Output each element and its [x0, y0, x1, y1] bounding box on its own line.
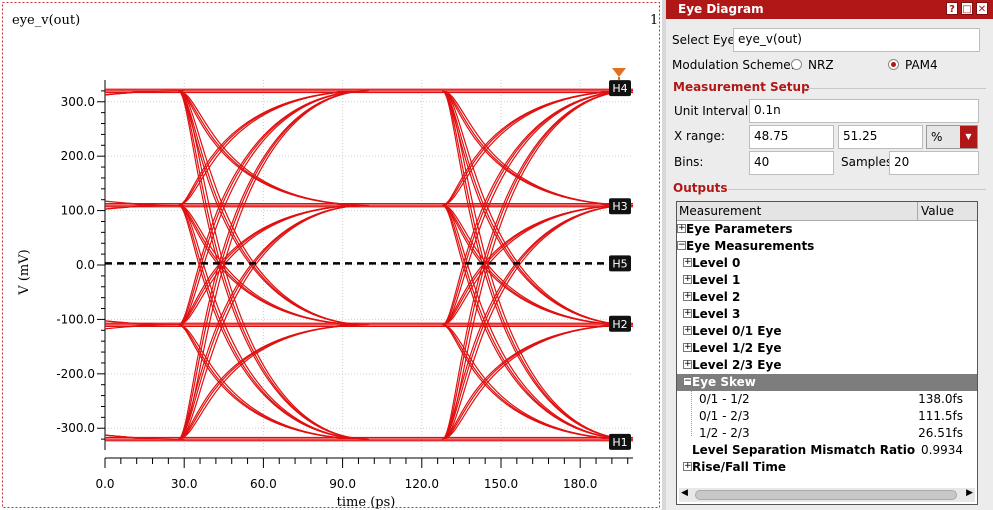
section-divider — [728, 189, 986, 190]
eye-diagram-chart: eye_v(out) 1 300.0 200.0 100.0 0.0 -100.0 -200.… — [2, 2, 660, 510]
vertical-marker-icon — [612, 68, 626, 77]
outputs-tree[interactable]: Measurement Value + Eye Parameters − Eye… — [676, 201, 978, 505]
help-button[interactable]: ? — [946, 2, 958, 15]
close-button[interactable]: ✕ — [976, 2, 988, 15]
tree-row-skew-12-23[interactable]: 1/2 - 2/3 26.51fs — [677, 425, 977, 442]
x-tick-label: 180.0 — [563, 477, 597, 491]
tree-row-level-2[interactable]: + Level 2 — [677, 289, 977, 306]
collapse-icon[interactable]: − — [683, 377, 692, 386]
expand-icon[interactable]: + — [683, 326, 692, 335]
marker-h5-label: H5 — [612, 257, 627, 270]
nrz-radio[interactable] — [791, 59, 802, 70]
chevron-down-icon: ▼ — [960, 126, 977, 148]
x-range-from-field[interactable]: 48.75 — [749, 125, 834, 149]
pam4-radio[interactable] — [888, 59, 899, 70]
expand-icon[interactable]: + — [683, 360, 692, 369]
tree-row-level-separation-mismatch[interactable]: Level Separation Mismatch Ratio 0.9934 — [677, 442, 977, 459]
x-tick-label: 30.0 — [171, 477, 198, 491]
tree-row-rise-fall-time[interactable]: + Rise/Fall Time — [677, 459, 977, 476]
y-tick-label: 300.0 — [61, 95, 95, 109]
y-tick-label: 100.0 — [61, 204, 95, 218]
expand-icon[interactable]: + — [683, 292, 692, 301]
x-range-unit-value: % — [931, 130, 943, 144]
x-tick-label: 60.0 — [250, 477, 277, 491]
expand-icon[interactable]: + — [683, 343, 692, 352]
tree-row-skew-01-23[interactable]: 0/1 - 2/3 111.5fs — [677, 408, 977, 425]
x-tick-label: 120.0 — [405, 477, 439, 491]
scrollbar-thumb[interactable] — [695, 490, 957, 500]
bins-field[interactable]: 40 — [749, 151, 834, 175]
tree-header: Measurement Value — [677, 202, 977, 221]
panel-title: Eye Diagram — [678, 2, 764, 16]
tree-row-level-0[interactable]: + Level 0 — [677, 255, 977, 272]
bins-label: Bins: — [674, 155, 704, 169]
section-divider — [806, 88, 986, 89]
tree-row-level-23-eye[interactable]: + Level 2/3 Eye — [677, 357, 977, 374]
samples-label: Samples: — [841, 155, 897, 169]
tree-row-skew-01-12[interactable]: 0/1 - 1/2 138.0fs — [677, 391, 977, 408]
expand-icon[interactable]: + — [683, 462, 692, 471]
tree-row-level-01-eye[interactable]: + Level 0/1 Eye — [677, 323, 977, 340]
marker-h4-label: H4 — [612, 82, 627, 95]
expand-icon[interactable]: + — [683, 275, 692, 284]
tree-row-level-1[interactable]: + Level 1 — [677, 272, 977, 289]
y-tick-label: -200.0 — [56, 367, 95, 381]
corner-text: 1 — [650, 13, 658, 28]
panel-titlebar: Eye Diagram ? □ ✕ — [666, 0, 993, 19]
y-tick-label: 0.0 — [76, 258, 95, 272]
x-tick-label: 90.0 — [329, 477, 356, 491]
y-tick-label: -300.0 — [56, 421, 95, 435]
expand-icon[interactable]: + — [683, 309, 692, 318]
modulation-label: Modulation Scheme: — [672, 58, 795, 72]
column-separator[interactable] — [917, 202, 918, 220]
scroll-left-icon[interactable]: ◀ — [681, 488, 688, 498]
tree-row-eye-parameters[interactable]: + Eye Parameters — [677, 221, 977, 238]
expand-icon[interactable]: + — [677, 224, 686, 233]
unit-interval-field[interactable]: 0.1n — [749, 99, 979, 123]
tree-row-level-3[interactable]: + Level 3 — [677, 306, 977, 323]
unit-interval-label: Unit Interval: — [674, 104, 753, 118]
y-axis-label: V (mV) — [17, 249, 32, 295]
select-eye-field[interactable]: eye_v(out) — [733, 28, 980, 52]
column-header-measurement[interactable]: Measurement — [679, 204, 761, 218]
samples-field[interactable]: 20 — [889, 151, 979, 175]
x-range-to-field[interactable]: 51.25 — [838, 125, 923, 149]
marker-h3-label: H3 — [612, 200, 627, 213]
y-tick-label: -100.0 — [56, 312, 95, 326]
marker-h2-label: H2 — [612, 318, 627, 331]
x-tick-label: 0.0 — [95, 477, 114, 491]
collapse-icon[interactable]: − — [677, 241, 686, 250]
x-axis-label: time (ps) — [337, 495, 396, 510]
y-tick-label: 200.0 — [61, 149, 95, 163]
x-range-unit-select[interactable]: % ▼ — [926, 125, 978, 149]
trace-title: eye_v(out) — [12, 13, 80, 28]
tree-row-level-12-eye[interactable]: + Level 1/2 Eye — [677, 340, 977, 357]
horizontal-scrollbar[interactable]: ◀ ▶ — [679, 488, 975, 502]
expand-icon[interactable]: + — [683, 258, 692, 267]
tree-row-eye-measurements[interactable]: − Eye Measurements — [677, 238, 977, 255]
nrz-label: NRZ — [808, 58, 834, 72]
tree-row-eye-skew[interactable]: − Eye Skew — [677, 374, 977, 391]
x-tick-label: 150.0 — [484, 477, 518, 491]
measurement-setup-heading: Measurement Setup — [673, 80, 810, 94]
x-range-label: X range: — [674, 129, 725, 143]
float-button[interactable]: □ — [961, 2, 973, 15]
column-header-value[interactable]: Value — [921, 204, 954, 218]
eye-plot-area[interactable]: eye_v(out) 1 300.0 200.0 100.0 0.0 -100.0 -200.… — [0, 0, 662, 510]
outputs-heading: Outputs — [673, 181, 728, 195]
scroll-right-icon[interactable]: ▶ — [966, 488, 973, 498]
select-eye-label: Select Eye: — [672, 33, 739, 47]
eye-diagram-panel: Eye Diagram ? □ ✕ Select Eye: eye_v(out)… — [666, 0, 993, 510]
pam4-label: PAM4 — [905, 58, 938, 72]
marker-h1-label: H1 — [612, 436, 627, 449]
